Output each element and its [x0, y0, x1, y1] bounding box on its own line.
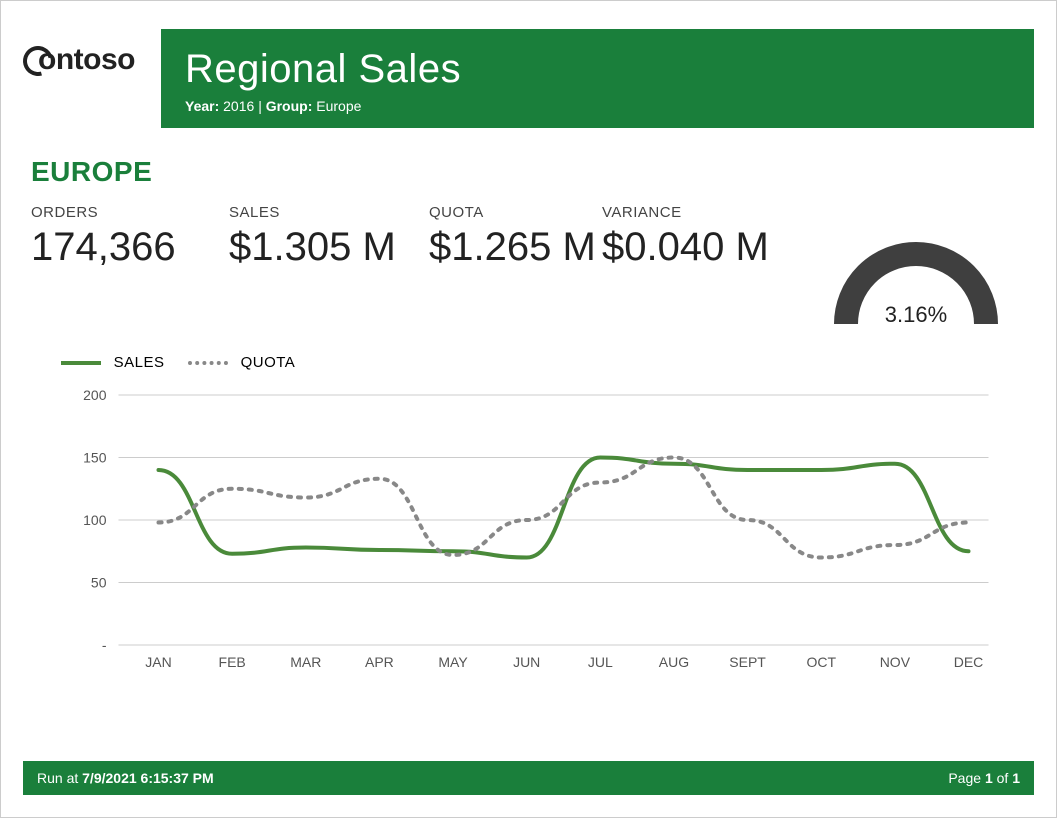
page-of: of: [993, 770, 1012, 786]
x-tick-label: FEB: [219, 654, 246, 670]
logo-container: ontoso: [23, 29, 161, 77]
x-tick-label: DEC: [954, 654, 984, 670]
footer-bar: Run at 7/9/2021 6:15:37 PM Page 1 of 1: [23, 761, 1034, 795]
x-tick-label: JAN: [145, 654, 171, 670]
x-tick-label: AUG: [659, 654, 689, 670]
page-title: Regional Sales: [185, 47, 1010, 92]
footer-run: Run at 7/9/2021 6:15:37 PM: [37, 770, 214, 786]
page-prefix: Page: [948, 770, 985, 786]
variance-value: $0.040 M: [602, 225, 812, 270]
quota-value: $1.265 M: [429, 225, 602, 270]
chart-legend: SALES QUOTA: [31, 354, 1026, 375]
x-tick-label: OCT: [806, 654, 836, 670]
y-tick-label: 100: [83, 512, 107, 528]
x-tick-label: NOV: [880, 654, 911, 670]
variance-gauge: 3.16%: [826, 234, 1006, 334]
group-value: Europe: [316, 98, 361, 114]
metric-orders: ORDERS 174,366: [31, 204, 229, 270]
y-tick-label: 50: [91, 575, 107, 591]
page-total: 1: [1012, 770, 1020, 786]
metrics-row: ORDERS 174,366 SALES $1.305 M QUOTA $1.2…: [1, 198, 1056, 334]
banner-subtitle: Year: 2016 | Group: Europe: [185, 98, 1010, 114]
orders-label: ORDERS: [31, 204, 229, 221]
x-tick-label: APR: [365, 654, 394, 670]
metric-variance: VARIANCE $0.040 M: [602, 204, 812, 270]
sales-label: SALES: [229, 204, 429, 221]
chart-area: - 50 100 150 200 JAN FEB MAR APR MAY JUN JUL AUG SEPT…: [31, 375, 1026, 685]
x-tick-label: JUL: [588, 654, 613, 670]
run-timestamp: 7/9/2021 6:15:37 PM: [82, 770, 214, 786]
run-prefix: Run at: [37, 770, 82, 786]
metric-sales: SALES $1.305 M: [229, 204, 429, 270]
legend-sales-line-icon: [61, 361, 101, 365]
y-tick-label: 150: [83, 450, 107, 466]
y-tick-label: -: [102, 637, 107, 653]
line-chart: - 50 100 150 200 JAN FEB MAR APR MAY JUN JUL AUG SEPT…: [31, 375, 1026, 685]
sales-value: $1.305 M: [229, 225, 429, 270]
x-tick-label: JUN: [513, 654, 540, 670]
variance-label: VARIANCE: [602, 204, 812, 221]
x-tick-label: MAR: [290, 654, 321, 670]
x-tick-label: SEPT: [729, 654, 766, 670]
footer-page: Page 1 of 1: [948, 770, 1020, 786]
legend-sales-label: SALES: [114, 354, 165, 371]
page-current: 1: [985, 770, 993, 786]
contoso-logo: ontoso: [23, 43, 161, 77]
legend-quota-label: QUOTA: [241, 354, 296, 371]
metric-quota: QUOTA $1.265 M: [429, 204, 602, 270]
quota-label: QUOTA: [429, 204, 602, 221]
header-row: ontoso Regional Sales Year: 2016 | Group…: [1, 1, 1056, 128]
gauge-percent: 3.16%: [826, 302, 1006, 328]
gauge-container: 3.16%: [826, 204, 1026, 334]
year-value: 2016: [223, 98, 254, 114]
y-tick-label: 200: [83, 387, 107, 403]
group-label: Group:: [266, 98, 313, 114]
chart-container: SALES QUOTA - 50 100 150 200 JAN FEB MAR APR MAY J…: [1, 334, 1056, 685]
title-banner: Regional Sales Year: 2016 | Group: Europ…: [161, 29, 1034, 128]
region-heading: EUROPE: [1, 128, 1056, 198]
series-sales: [159, 458, 969, 558]
x-tick-label: MAY: [438, 654, 468, 670]
orders-value: 174,366: [31, 225, 229, 270]
year-label: Year:: [185, 98, 219, 114]
legend-quota-line-icon: [188, 361, 228, 365]
